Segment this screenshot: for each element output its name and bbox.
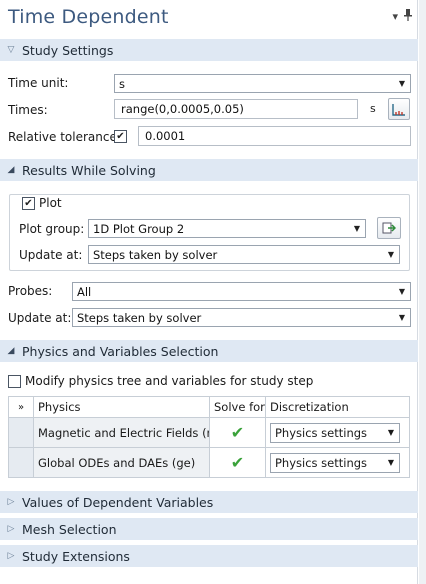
checkmark-icon: ✔ [24, 197, 33, 209]
scrollbar[interactable] [419, 0, 426, 584]
section-label: Values of Dependent Variables [22, 494, 214, 510]
update-at-select-2[interactable]: Steps taken by solver ▼ [72, 308, 411, 327]
section-results-while-solving[interactable]: ◢ Results While Solving [0, 159, 418, 181]
section-mesh-selection[interactable]: ▷ Mesh Selection [0, 518, 418, 540]
probes-label: Probes: [8, 284, 53, 298]
collapse-arrow-icon: ▽ [7, 45, 15, 55]
section-label: Results While Solving [22, 162, 156, 178]
table-row[interactable]: Magnetic and Electric Fields (m... ✔ Phy… [8, 417, 410, 448]
section-label: Study Settings [22, 42, 114, 58]
relative-tolerance-checkbox[interactable]: ✔ [114, 130, 127, 143]
checkmark-icon: ✔ [116, 130, 125, 142]
chevron-down-icon: ▼ [353, 224, 361, 233]
settings-panel: Time Dependent ▾ ▽ Study Settings Time u… [0, 0, 418, 584]
go-to-source-icon [382, 222, 396, 234]
range-icon [392, 103, 405, 116]
update-at-select[interactable]: Steps taken by solver ▼ [88, 245, 400, 264]
times-input[interactable]: range(0,0.0005,0.05) [114, 99, 358, 119]
time-unit-label: Time unit: [8, 76, 69, 90]
section-study-extensions[interactable]: ▷ Study Extensions [0, 545, 418, 567]
discretization-select[interactable]: Physics settings ▼ [270, 452, 400, 473]
collapsed-arrow-icon: ▷ [7, 551, 15, 561]
discretization-select[interactable]: Physics settings ▼ [270, 422, 400, 443]
column-header-physics: Physics [33, 396, 210, 418]
row-header[interactable] [8, 447, 34, 478]
section-label: Mesh Selection [22, 521, 117, 537]
discretization-cell: Physics settings ▼ [265, 417, 410, 448]
select-value: Physics settings [275, 455, 368, 470]
chevron-down-icon: ▼ [398, 313, 406, 322]
go-to-plot-button[interactable] [377, 217, 401, 239]
select-value: Physics settings [275, 425, 368, 440]
select-value: All [77, 284, 92, 299]
range-button[interactable] [388, 98, 410, 120]
plot-label: Plot [39, 196, 65, 210]
probes-select[interactable]: All ▼ [72, 282, 411, 301]
times-label: Times: [8, 103, 48, 117]
plot-group-label: Plot group: [19, 222, 85, 236]
physics-cell: Magnetic and Electric Fields (m... [33, 417, 210, 448]
relative-tolerance-input[interactable]: 0.0001 [138, 126, 411, 146]
expand-arrow-icon: ◢ [7, 165, 15, 175]
section-physics-variables[interactable]: ◢ Physics and Variables Selection [0, 340, 418, 362]
physics-table: » Physics Solve for Discretization Magne… [8, 396, 410, 478]
section-label: Study Extensions [22, 548, 130, 564]
table-row[interactable]: Global ODEs and DAEs (ge) ✔ Physics sett… [8, 447, 410, 478]
table-header-row: » Physics Solve for Discretization [8, 396, 410, 418]
input-value: range(0,0.0005,0.05) [121, 102, 244, 116]
times-unit: s [370, 102, 376, 115]
time-unit-select[interactable]: s ▼ [114, 74, 411, 93]
modify-physics-label: Modify physics tree and variables for st… [25, 374, 314, 388]
chevron-down-icon: ▼ [387, 428, 395, 437]
solve-for-check-icon[interactable]: ✔ [209, 417, 266, 448]
title-tools: ▾ [392, 9, 412, 24]
chevron-down-icon: ▼ [387, 458, 395, 467]
section-study-settings[interactable]: ▽ Study Settings [0, 39, 418, 61]
expand-arrow-icon: ◢ [7, 346, 15, 356]
plot-checkbox[interactable]: ✔ [22, 197, 35, 210]
chevron-down-icon: ▼ [398, 79, 406, 88]
pin-icon[interactable] [404, 9, 412, 24]
row-header[interactable] [8, 417, 34, 448]
solve-for-check-icon[interactable]: ✔ [209, 447, 266, 478]
discretization-cell: Physics settings ▼ [265, 447, 410, 478]
column-header-discretization: Discretization [265, 396, 410, 418]
physics-cell: Global ODEs and DAEs (ge) [33, 447, 210, 478]
section-values-dependent-variables[interactable]: ▷ Values of Dependent Variables [0, 491, 418, 513]
relative-tolerance-label: Relative tolerance: [8, 130, 121, 144]
input-value: 0.0001 [145, 129, 186, 143]
collapsed-arrow-icon: ▷ [7, 497, 15, 507]
chevron-down-icon: ▼ [398, 287, 406, 296]
modify-physics-checkbox[interactable] [8, 375, 21, 388]
select-value: Steps taken by solver [93, 247, 218, 262]
select-value: 1D Plot Group 2 [93, 221, 185, 236]
chevron-down-icon: ▼ [387, 250, 395, 259]
menu-dropdown-icon[interactable]: ▾ [392, 10, 398, 23]
collapsed-arrow-icon: ▷ [7, 524, 15, 534]
title-bar: Time Dependent ▾ [0, 0, 418, 38]
page-title: Time Dependent [8, 6, 169, 28]
section-label: Physics and Variables Selection [22, 343, 219, 359]
select-value: s [119, 76, 125, 91]
update-at-label-2: Update at: [8, 311, 72, 325]
update-at-label: Update at: [19, 248, 83, 262]
table-corner[interactable]: » [8, 396, 34, 418]
select-value: Steps taken by solver [77, 310, 202, 325]
column-header-solve-for: Solve for [209, 396, 266, 418]
plot-group-select[interactable]: 1D Plot Group 2 ▼ [88, 219, 366, 238]
